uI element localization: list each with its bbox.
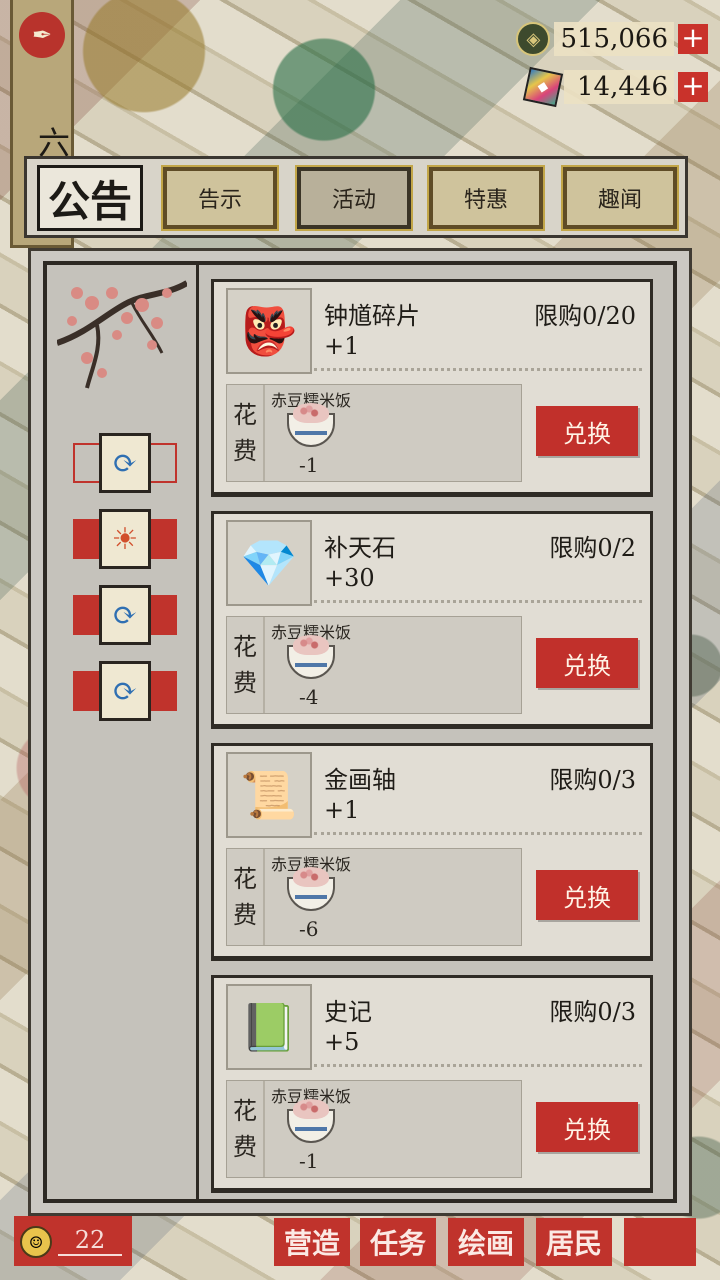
list-item: 👺 钟馗碎片 限购0/20 +1 花 费 赤豆糯米饭 -1 兑换 [211,279,653,497]
player-avatar-icon: ☺ [20,1226,52,1258]
nav-residents-button[interactable]: 居民 [536,1218,612,1266]
cost-label: 花 费 [227,1081,265,1177]
cost-label-char: 费 [233,1133,257,1161]
item-amount: +30 [324,564,375,592]
tab-notice[interactable]: 告示 [161,165,279,231]
purchase-limit: 限购0/3 [549,998,636,1026]
item-name: 补天石 [324,534,396,562]
tab-specials[interactable]: 特惠 [427,165,545,231]
sidebar-item-sun[interactable]: ☀ [73,509,177,569]
green-book-icon[interactable]: 📗 [226,984,312,1070]
divider [314,600,642,603]
coin-icon: ◈ [516,22,551,56]
cost-label: 花 费 [227,617,265,713]
cost-box: 花 费 赤豆糯米饭 -1 [226,1080,522,1178]
coin-value: 515,066 [554,22,674,56]
exchange-button[interactable]: 兑换 [536,870,638,920]
cost-label-char: 花 [233,1097,257,1125]
cost-label-char: 费 [233,669,257,697]
item-amount: +1 [324,796,360,824]
announcement-header: 公告 告示 活动 特惠 趣闻 [24,156,688,238]
cost-label-char: 花 [233,401,257,429]
gem-counter: ◆ 14,446 + [522,66,708,108]
item-name: 史记 [324,998,372,1026]
bottom-nav: ☺ 22 营造 任务 绘画 居民 [0,1214,720,1280]
cost-box: 花 费 赤豆糯米饭 -4 [226,616,522,714]
nav-more-button[interactable] [624,1218,696,1266]
cost-label: 花 费 [227,385,265,481]
panel-frame: ⟳ ☀ ⟳ ⟳ 👺 钟馗碎片 限购0/20 +1 花 费 赤豆糯米饭 -1 兑换… [43,261,677,1203]
cost-box: 花 费 赤豆糯米饭 -6 [226,848,522,946]
gem-icon: ◆ [522,66,564,108]
add-gem-button[interactable]: + [678,72,708,102]
rice-bowl-icon [287,635,335,679]
exchange-arrows-icon: ⟳ [99,433,151,493]
exchange-arrows-icon: ⟳ [99,585,151,645]
exchange-button[interactable]: 兑换 [536,638,638,688]
purchase-limit: 限购0/2 [549,534,636,562]
cost-label-char: 花 [233,633,257,661]
divider [314,368,642,371]
sidebar-item-exchange-3[interactable]: ⟳ [73,661,177,721]
divider [314,1064,642,1067]
sidebar-item-exchange-2[interactable]: ⟳ [73,585,177,645]
cost-label-char: 花 [233,865,257,893]
list-item: 💎 补天石 限购0/2 +30 花 费 赤豆糯米饭 -4 兑换 [211,511,653,729]
plum-blossom-icon [57,280,187,389]
nav-tasks-button[interactable]: 任务 [360,1218,436,1266]
tab-events[interactable]: 活动 [295,165,413,231]
item-name: 钟馗碎片 [324,302,420,330]
event-panel: ⟳ ☀ ⟳ ⟳ 👺 钟馗碎片 限购0/20 +1 花 费 赤豆糯米饭 -1 兑换… [28,248,692,1216]
brush-seal-icon: ✒ [19,12,65,58]
rice-bowl-icon [287,1099,335,1143]
rice-bowl-icon [287,867,335,911]
list-item: 📜 金画轴 限购0/3 +1 花 费 赤豆糯米饭 -6 兑换 [211,743,653,961]
purchase-limit: 限购0/3 [549,766,636,794]
purchase-limit: 限购0/20 [534,302,636,330]
rice-bowl-icon [287,403,335,447]
list-item: 📗 史记 限购0/3 +5 花 费 赤豆糯米饭 -1 兑换 [211,975,653,1193]
golden-scroll-icon[interactable]: 📜 [226,752,312,838]
level-number: 22 [58,1226,122,1256]
item-name: 金画轴 [324,766,396,794]
divider [314,832,642,835]
exchange-list[interactable]: 👺 钟馗碎片 限购0/20 +1 花 费 赤豆糯米饭 -1 兑换 💎 补天石 限… [207,265,673,1199]
exchange-button[interactable]: 兑换 [536,1102,638,1152]
cost-quantity: -4 [299,685,319,709]
tab-news[interactable]: 趣闻 [561,165,679,231]
cost-quantity: -1 [299,1149,319,1173]
cost-quantity: -6 [299,917,319,941]
sun-swirl-icon: ☀ [99,509,151,569]
exchange-button[interactable]: 兑换 [536,406,638,456]
player-level[interactable]: ☺ 22 [14,1216,132,1266]
cost-label: 花 费 [227,849,265,945]
nav-build-button[interactable]: 营造 [274,1218,350,1266]
gem-value: 14,446 [564,70,674,104]
rainbow-stone-icon[interactable]: 💎 [226,520,312,606]
sidebar-item-exchange-1[interactable]: ⟳ [73,433,177,493]
nav-painting-button[interactable]: 绘画 [448,1218,524,1266]
event-sidebar: ⟳ ☀ ⟳ ⟳ [47,265,199,1199]
exchange-arrows-icon: ⟳ [99,661,151,721]
item-amount: +1 [324,332,360,360]
zhong-kui-portrait-icon[interactable]: 👺 [226,288,312,374]
page-title: 公告 [37,165,143,231]
cost-box: 花 费 赤豆糯米饭 -1 [226,384,522,482]
item-amount: +5 [324,1028,360,1056]
cost-quantity: -1 [299,453,319,477]
cost-label-char: 费 [233,901,257,929]
add-coin-button[interactable]: + [678,24,708,54]
copper-coin-counter: ◈ 515,066 + [516,20,708,58]
cost-label-char: 费 [233,437,257,465]
